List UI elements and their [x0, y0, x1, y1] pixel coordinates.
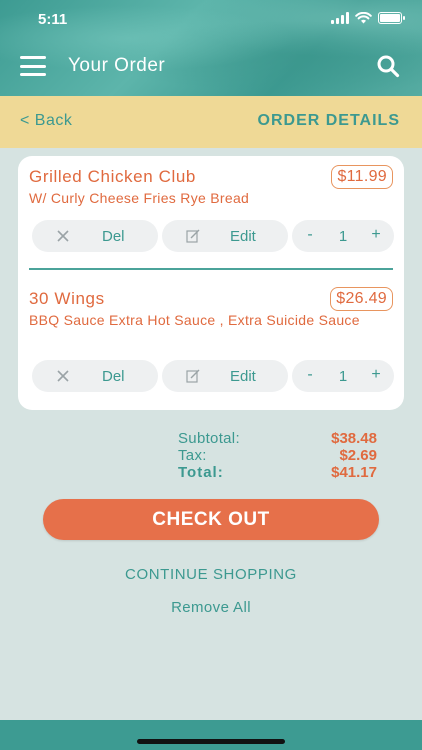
total-value: $41.17 [331, 464, 377, 481]
continue-shopping-link[interactable]: CONTINUE SHOPPING [0, 566, 422, 583]
remove-all-link[interactable]: Remove All [0, 599, 422, 616]
search-icon[interactable] [376, 54, 400, 78]
total-label: Total: [178, 464, 224, 481]
edit-label: Edit [230, 368, 256, 385]
menu-icon[interactable] [20, 56, 46, 76]
page-title: Your Order [68, 55, 166, 76]
order-card: Grilled Chicken Club $11.99 W/ Curly Che… [18, 156, 404, 410]
subbar: < Back ORDER DETAILS [0, 96, 422, 148]
delete-label: Del [102, 228, 125, 245]
edit-icon [186, 229, 200, 243]
increase-quantity-button[interactable]: + [368, 226, 384, 244]
quantity-value: 1 [338, 228, 348, 245]
edit-button[interactable]: Edit [162, 360, 288, 392]
tax-label: Tax: [178, 447, 207, 464]
item-price: $11.99 [331, 165, 393, 189]
subtotal-value: $38.48 [331, 430, 377, 447]
item-description: W/ Curly Cheese Fries Rye Bread [29, 190, 250, 206]
subtotal-label: Subtotal: [178, 430, 240, 447]
decrease-quantity-button[interactable]: - [302, 366, 318, 384]
item-name: 30 Wings [29, 289, 105, 308]
item-actions: Del Edit - 1 + [32, 220, 394, 252]
status-bar: 5:11 [0, 0, 422, 40]
bottom-bar [0, 720, 422, 750]
home-indicator [137, 739, 285, 744]
increase-quantity-button[interactable]: + [368, 366, 384, 384]
delete-button[interactable]: Del [32, 220, 158, 252]
signal-icon [331, 12, 349, 24]
tax-value: $2.69 [339, 447, 377, 464]
item-description: BBQ Sauce Extra Hot Sauce , Extra Suicid… [29, 312, 360, 328]
item-actions: Del Edit - 1 + [32, 360, 394, 392]
quantity-stepper: - 1 + [292, 360, 394, 392]
nav-row: Your Order [0, 48, 422, 84]
header: 5:11 Your Order [0, 0, 422, 96]
battery-icon [378, 12, 405, 24]
close-icon [57, 230, 69, 242]
edit-icon [186, 369, 200, 383]
quantity-value: 1 [338, 368, 348, 385]
delete-button[interactable]: Del [32, 360, 158, 392]
decrease-quantity-button[interactable]: - [302, 226, 318, 244]
edit-button[interactable]: Edit [162, 220, 288, 252]
status-time: 5:11 [38, 11, 68, 28]
item-price: $26.49 [330, 287, 393, 311]
delete-label: Del [102, 368, 125, 385]
item-divider [29, 268, 393, 270]
item-name: Grilled Chicken Club [29, 167, 196, 186]
wifi-icon [355, 12, 372, 24]
order-details-title: ORDER DETAILS [257, 112, 400, 129]
checkout-button[interactable]: CHECK OUT [43, 499, 379, 540]
close-icon [57, 370, 69, 382]
quantity-stepper: - 1 + [292, 220, 394, 252]
back-button[interactable]: < Back [20, 112, 72, 130]
edit-label: Edit [230, 228, 256, 245]
status-icons [331, 12, 405, 24]
